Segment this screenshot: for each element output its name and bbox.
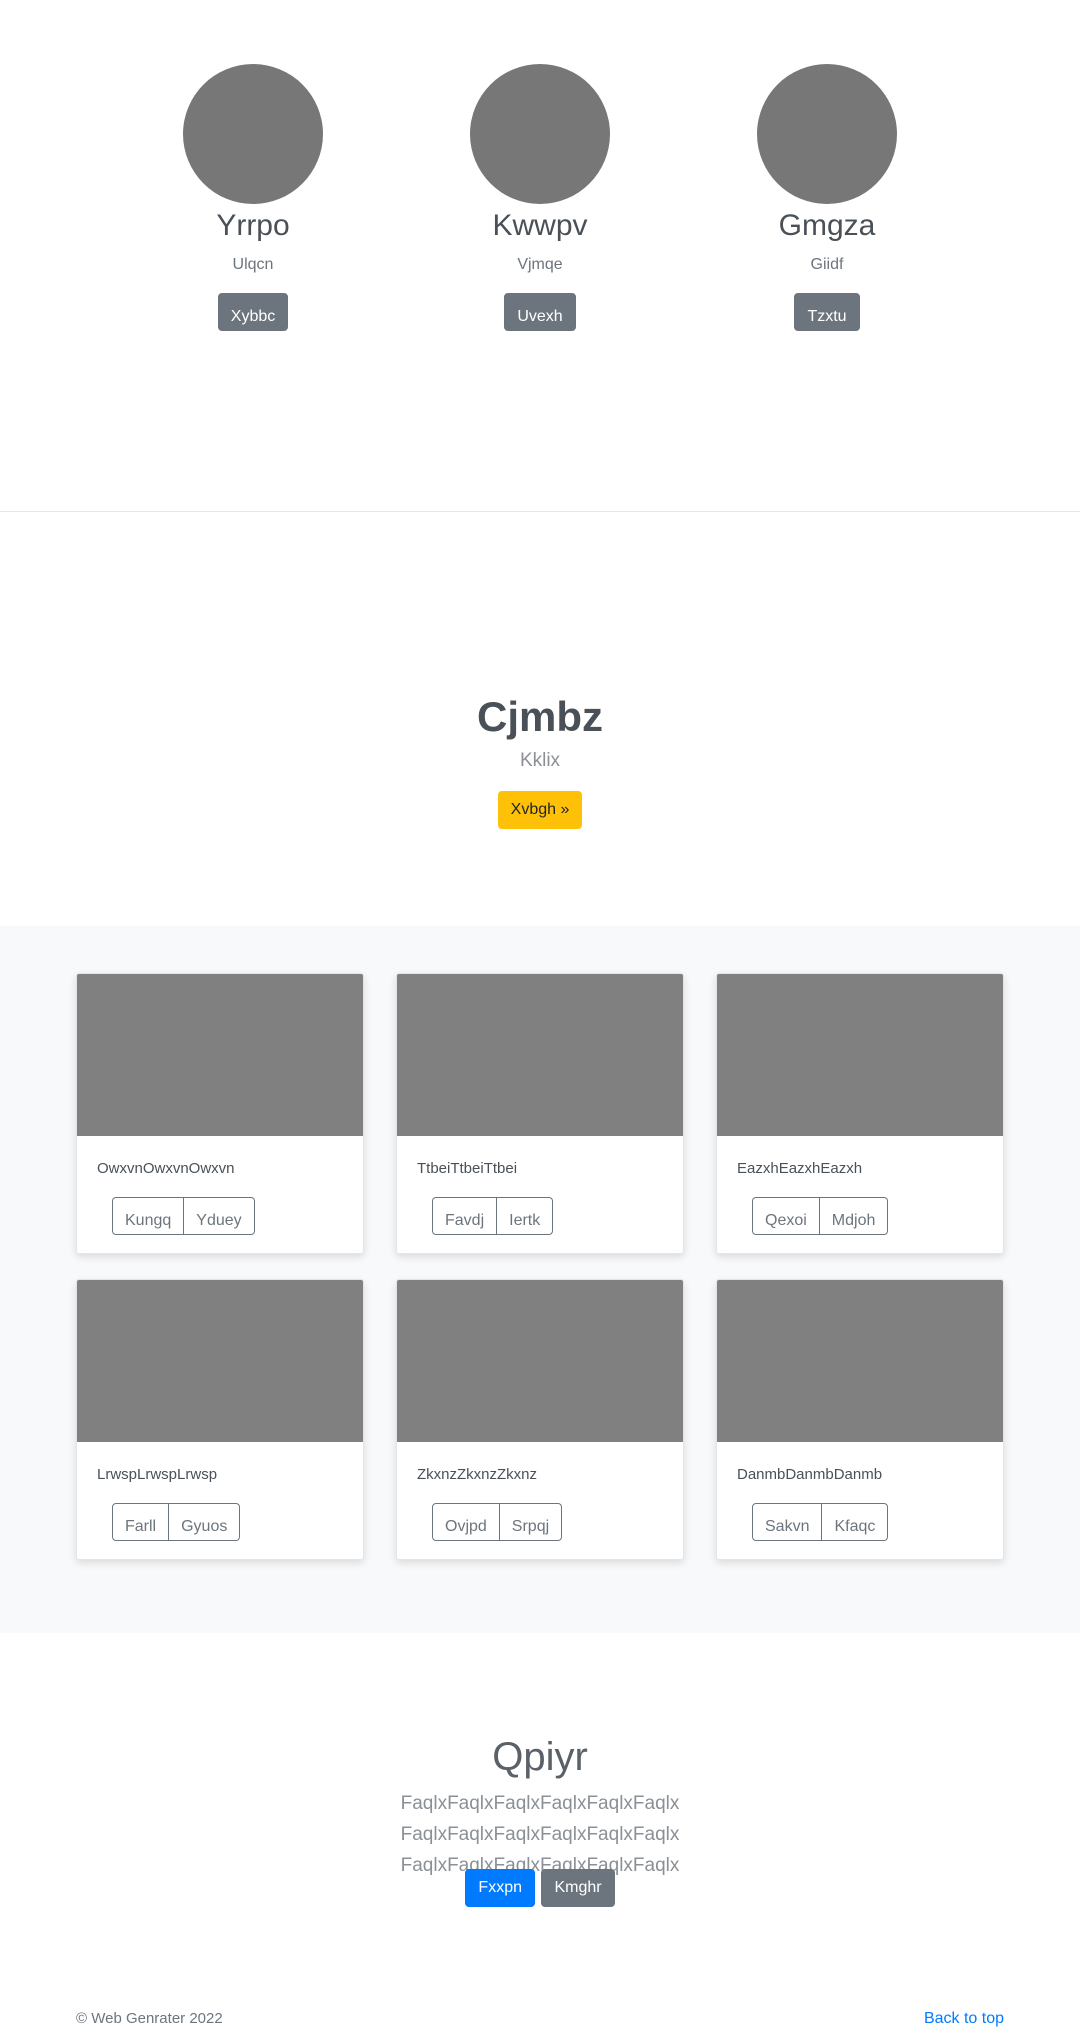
member-role: Ulqcn [232, 256, 274, 273]
card: ZkxnzZkxnzZkxnz Ovjpd Srpqj [396, 1279, 684, 1560]
card-image-placeholder [397, 1280, 683, 1442]
member-role: Vjmqe [517, 256, 563, 273]
team-member: Gmgza Giidf Tzxtu [727, 64, 927, 331]
hero-subtitle: Kklix [519, 750, 561, 771]
card-button-left[interactable]: Kungq [112, 1197, 185, 1235]
card-button-right[interactable]: Kfaqc [822, 1503, 889, 1541]
hero-title: Cjmbz [477, 693, 603, 740]
member-name: Gmgza [778, 209, 876, 242]
jumbotron-actions: Fxxpn Kmghr [0, 1869, 1080, 1907]
card-button-right[interactable]: Iertk [497, 1197, 554, 1235]
card-text: ZkxnzZkxnzZkxnz [417, 1466, 538, 1483]
card-image-placeholder [77, 974, 363, 1136]
footer: © Web Genrater 2022 Back to top [76, 2010, 1004, 2032]
card-button-group: Qexoi Mdjoh [752, 1197, 889, 1235]
hero-section: Cjmbz Kklix Xvbgh » [0, 512, 1080, 926]
secondary-button[interactable]: Kmghr [541, 1869, 615, 1907]
hero-button[interactable]: Xvbgh » [498, 791, 582, 829]
card-button-left[interactable]: Qexoi [752, 1197, 820, 1235]
card-button-right[interactable]: Mdjoh [819, 1197, 889, 1235]
card-button-group: Kungq Yduey [112, 1197, 255, 1235]
back-to-top-link[interactable]: Back to top [924, 2010, 1004, 2028]
jumbotron-title: Qpiyr [492, 1735, 588, 1779]
copyright-text: © Web Genrater 2022 [76, 2010, 223, 2027]
team-member: Kwwpv Vjmqe Uvexh [440, 64, 640, 331]
album-section: OwxvnOwxvnOwxvn Kungq Yduey TtbeiTtbeiTt… [0, 926, 1080, 1633]
card-button-group: Favdj Iertk [432, 1197, 554, 1235]
team-member: Yrrpo Ulqcn Xybbc [153, 64, 353, 331]
card-text: DanmbDanmbDanmb [737, 1466, 883, 1483]
card-text: OwxvnOwxvnOwxvn [97, 1160, 235, 1177]
card: DanmbDanmbDanmb Sakvn Kfaqc [716, 1279, 1004, 1560]
member-name: Yrrpo [216, 209, 290, 242]
card: OwxvnOwxvnOwxvn Kungq Yduey [76, 973, 364, 1254]
card-button-right[interactable]: Srpqj [499, 1503, 563, 1541]
card-button-left[interactable]: Farll [112, 1503, 170, 1541]
card-button-group: Farll Gyuos [112, 1503, 241, 1541]
member-name: Kwwpv [492, 209, 588, 242]
primary-button[interactable]: Fxxpn [465, 1869, 535, 1907]
card-button-group: Ovjpd Srpqj [432, 1503, 563, 1541]
card: TtbeiTtbeiTtbei Favdj Iertk [396, 973, 684, 1254]
team-section: Yrrpo Ulqcn Xybbc Kwwpv Vjmqe Uvexh Gmgz… [0, 0, 1080, 512]
avatar [470, 64, 610, 204]
member-button[interactable]: Xybbc [217, 293, 289, 331]
card-text: EazxhEazxhEazxh [737, 1160, 863, 1177]
member-button[interactable]: Tzxtu [794, 293, 860, 331]
member-role: Giidf [810, 256, 844, 273]
card-image-placeholder [397, 974, 683, 1136]
avatar [183, 64, 323, 204]
card-button-group: Sakvn Kfaqc [752, 1503, 889, 1541]
card: LrwspLrwspLrwsp Farll Gyuos [76, 1279, 364, 1560]
card-button-left[interactable]: Sakvn [752, 1503, 823, 1541]
jumbotron-section: Qpiyr FaqlxFaqlxFaqlxFaqlxFaqlxFaqlx Faq… [0, 1633, 1080, 1933]
card-button-left[interactable]: Ovjpd [432, 1503, 500, 1541]
card-button-left[interactable]: Favdj [432, 1197, 498, 1235]
card-image-placeholder [717, 1280, 1003, 1442]
card-button-right[interactable]: Gyuos [169, 1503, 241, 1541]
card-text: LrwspLrwspLrwsp [97, 1466, 218, 1483]
card-image-placeholder [717, 974, 1003, 1136]
card-text: TtbeiTtbeiTtbei [417, 1160, 518, 1177]
card-image-placeholder [77, 1280, 363, 1442]
jumbotron-lead: FaqlxFaqlxFaqlxFaqlxFaqlxFaqlx FaqlxFaql… [400, 1793, 680, 1876]
avatar [757, 64, 897, 204]
card-button-right[interactable]: Yduey [184, 1197, 255, 1235]
member-button[interactable]: Uvexh [504, 293, 576, 331]
card: EazxhEazxhEazxh Qexoi Mdjoh [716, 973, 1004, 1254]
